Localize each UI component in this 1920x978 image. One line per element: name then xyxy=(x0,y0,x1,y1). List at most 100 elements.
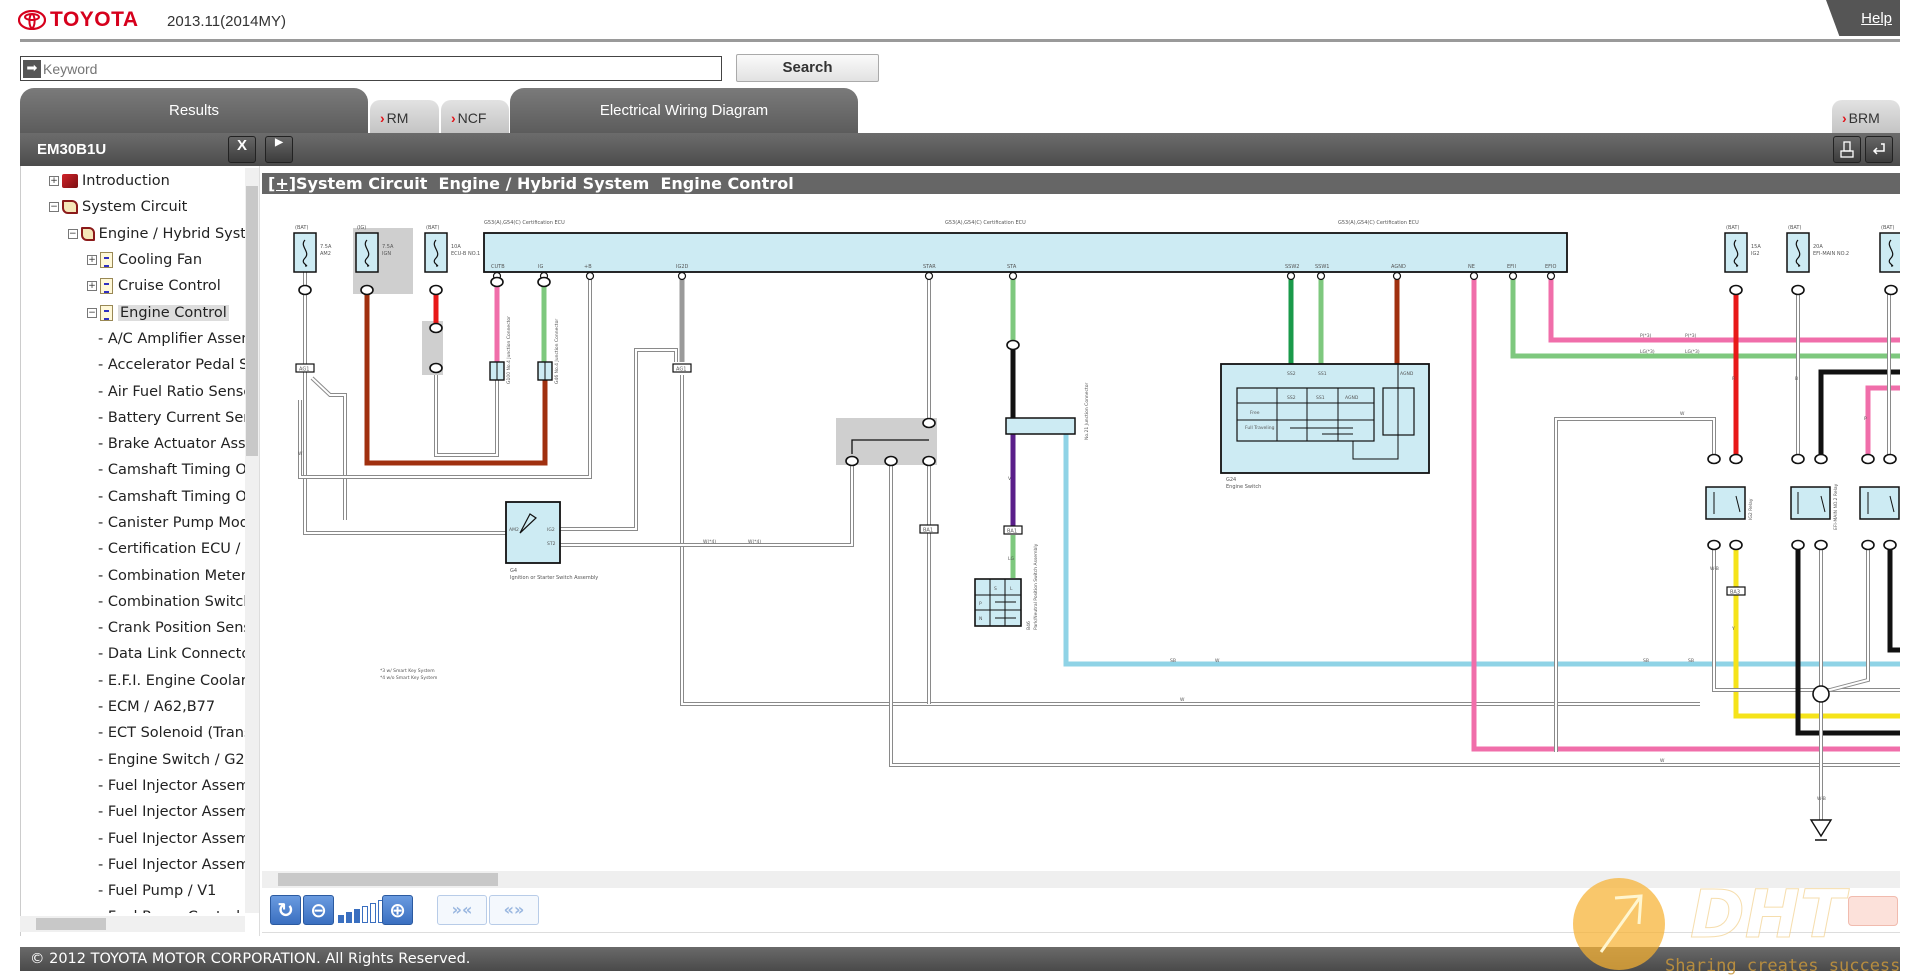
ecu-pin[interactable] xyxy=(1469,271,1479,281)
tree-item-leaf[interactable]: - Brake Actuator Asse xyxy=(21,431,246,457)
tree-item-leaf[interactable]: - Canister Pump Mod xyxy=(21,510,246,536)
connector-pin[interactable] xyxy=(922,417,936,429)
tree-item-leaf[interactable]: - Data Link Connecto xyxy=(21,641,246,667)
tree-item-engine-control[interactable]: − Engine Control xyxy=(21,299,246,325)
ecu-pin[interactable] xyxy=(1316,271,1326,281)
collapse-icon[interactable]: − xyxy=(49,202,59,213)
zoom-step[interactable] xyxy=(362,906,368,923)
scrollbar-thumb[interactable] xyxy=(36,918,106,930)
tree-item-leaf[interactable]: - A/C Amplifier Assem xyxy=(21,326,246,352)
ecu-pin[interactable] xyxy=(924,271,934,281)
ecu-pin[interactable] xyxy=(1546,271,1556,281)
zoom-step[interactable] xyxy=(346,912,352,923)
connector-pin[interactable] xyxy=(1814,453,1828,465)
scrollbar-thumb[interactable] xyxy=(278,873,498,886)
tree-item-leaf[interactable]: - Camshaft Timing Oi xyxy=(21,484,246,510)
expand-all-toggle[interactable]: [+] xyxy=(268,174,296,193)
tree-horizontal-scrollbar[interactable] xyxy=(20,916,245,932)
reset-view-button[interactable]: ↻ xyxy=(270,895,301,925)
tree-item-leaf[interactable]: - Fuel Injector Assem xyxy=(21,825,246,851)
zoom-level-indicator[interactable] xyxy=(338,899,384,923)
tree-item-leaf[interactable]: - Crank Position Sens xyxy=(21,615,246,641)
collapse-icon[interactable]: − xyxy=(68,228,78,239)
connector-pin[interactable] xyxy=(845,455,859,467)
print-button[interactable] xyxy=(1833,136,1861,163)
connector-pin[interactable] xyxy=(360,284,374,296)
search-button[interactable]: Search xyxy=(736,54,879,82)
connector-pin[interactable] xyxy=(537,276,551,288)
connector-pin[interactable] xyxy=(1883,453,1897,465)
ecu-pin[interactable] xyxy=(1286,271,1296,281)
chat-icon[interactable] xyxy=(1848,896,1898,926)
relay[interactable] xyxy=(1859,486,1900,520)
collapse-icon[interactable]: − xyxy=(87,307,97,318)
connector-pin[interactable] xyxy=(1707,539,1721,551)
ecu-pin[interactable] xyxy=(1008,271,1018,281)
zoom-step[interactable] xyxy=(338,915,344,923)
relay[interactable]: EFI-MAIN NO.2 Relay xyxy=(1790,483,1839,530)
connector-pin[interactable] xyxy=(429,362,443,374)
connector-pin[interactable] xyxy=(1791,284,1805,296)
tree-vertical-scrollbar[interactable] xyxy=(245,168,259,913)
connector-pin[interactable] xyxy=(298,284,312,296)
connector-pin[interactable] xyxy=(922,455,936,467)
tree-item-leaf[interactable]: - Camshaft Timing Oi xyxy=(21,457,246,483)
connector-pin[interactable] xyxy=(1883,539,1897,551)
help-link[interactable]: Help xyxy=(1826,0,1900,36)
expand-icon[interactable]: + xyxy=(87,281,97,292)
connector-pin[interactable] xyxy=(884,455,898,467)
tree-item-leaf[interactable]: - Fuel Injector Assem xyxy=(21,773,246,799)
tree-item-leaf[interactable]: - Fuel Pump / V1 xyxy=(21,878,246,904)
connector-pin[interactable] xyxy=(1861,539,1875,551)
tree-item-leaf[interactable]: - ECM / A62,B77 xyxy=(21,694,246,720)
fuse[interactable]: (BAT) xyxy=(1879,225,1900,273)
ecu-pin[interactable] xyxy=(1392,271,1402,281)
zoom-step[interactable] xyxy=(370,903,376,923)
tree-item-cruise-control[interactable]: + Cruise Control xyxy=(21,273,246,299)
engine-switch[interactable]: SS2 SS1 AGND SS2 SS1 AGND Free Full Traveling G2… xyxy=(1220,363,1430,490)
wiring-diagram[interactable]: (BAT)7.5AAM2(IG)7.5AIGN(BAT)10AECU-B NO.… xyxy=(262,196,1900,870)
junction-connector-no21[interactable] xyxy=(1005,417,1076,435)
tree-item-leaf[interactable]: - Battery Current Sen xyxy=(21,405,246,431)
connector-pin[interactable] xyxy=(429,284,443,296)
relay[interactable]: IG2 Relay xyxy=(1705,486,1754,520)
tree-item-leaf[interactable]: - ECT Solenoid (Trans xyxy=(21,720,246,746)
park-neutral-switch[interactable]: S LPNB46 Park/Neutral Position Switch Asse… xyxy=(974,543,1039,630)
connector-pin[interactable] xyxy=(490,276,504,288)
ignition-switch[interactable]: AM2 IG2 ST2 G4Ignition or Starter Switch As… xyxy=(505,501,598,581)
tab-results[interactable]: Results xyxy=(20,88,368,133)
tree-item-leaf[interactable]: - Accelerator Pedal Se xyxy=(21,352,246,378)
connector-pin[interactable] xyxy=(1729,453,1743,465)
tree-item-engine-hybrid-system[interactable]: − Engine / Hybrid Syst xyxy=(21,221,246,247)
close-button[interactable]: X xyxy=(228,136,256,163)
expand-width-button[interactable]: «» xyxy=(489,895,539,925)
zoom-in-button[interactable]: ⊕ xyxy=(382,895,413,925)
fuse[interactable]: (BAT) 20AEFI-MAIN NO.2 xyxy=(1786,225,1849,273)
return-button[interactable] xyxy=(1865,136,1893,163)
tree-item-introduction[interactable]: + Introduction xyxy=(21,168,246,194)
expand-icon[interactable]: + xyxy=(49,176,59,187)
expand-icon[interactable]: + xyxy=(87,255,97,266)
tree-item-leaf[interactable]: - Fuel Injector Assem xyxy=(21,852,246,878)
connector-pin[interactable] xyxy=(1884,284,1898,296)
connector-pin[interactable] xyxy=(429,322,443,334)
keyword-input[interactable] xyxy=(43,60,703,77)
tree-item-leaf[interactable]: - Combination Meter xyxy=(21,562,246,588)
tree-item-system-circuit[interactable]: − System Circuit xyxy=(21,194,246,220)
ecu-pin[interactable] xyxy=(585,271,595,281)
tree-item-leaf[interactable]: - Certification ECU / ( xyxy=(21,536,246,562)
zoom-step[interactable] xyxy=(354,909,360,923)
connector-pin[interactable] xyxy=(1729,539,1743,551)
expand-panel-button[interactable]: ▶ xyxy=(265,136,293,163)
fuse[interactable]: (BAT) 15AIG2 xyxy=(1724,225,1761,273)
connector-pin[interactable] xyxy=(1814,539,1828,551)
tree-item-leaf[interactable]: - Air Fuel Ratio Senso xyxy=(21,378,246,404)
fuse[interactable]: (BAT) 7.5AAM2 xyxy=(293,225,332,273)
connector-pin[interactable] xyxy=(1791,453,1805,465)
connector-pin[interactable] xyxy=(1006,339,1020,351)
keyword-search-field[interactable]: ➡ xyxy=(20,56,722,81)
tree-item-leaf[interactable]: - E.F.I. Engine Coolar xyxy=(21,668,246,694)
zoom-out-button[interactable]: ⊖ xyxy=(303,895,334,925)
tab-rm[interactable]: › RM xyxy=(370,100,439,133)
scrollbar-thumb[interactable] xyxy=(246,186,258,456)
